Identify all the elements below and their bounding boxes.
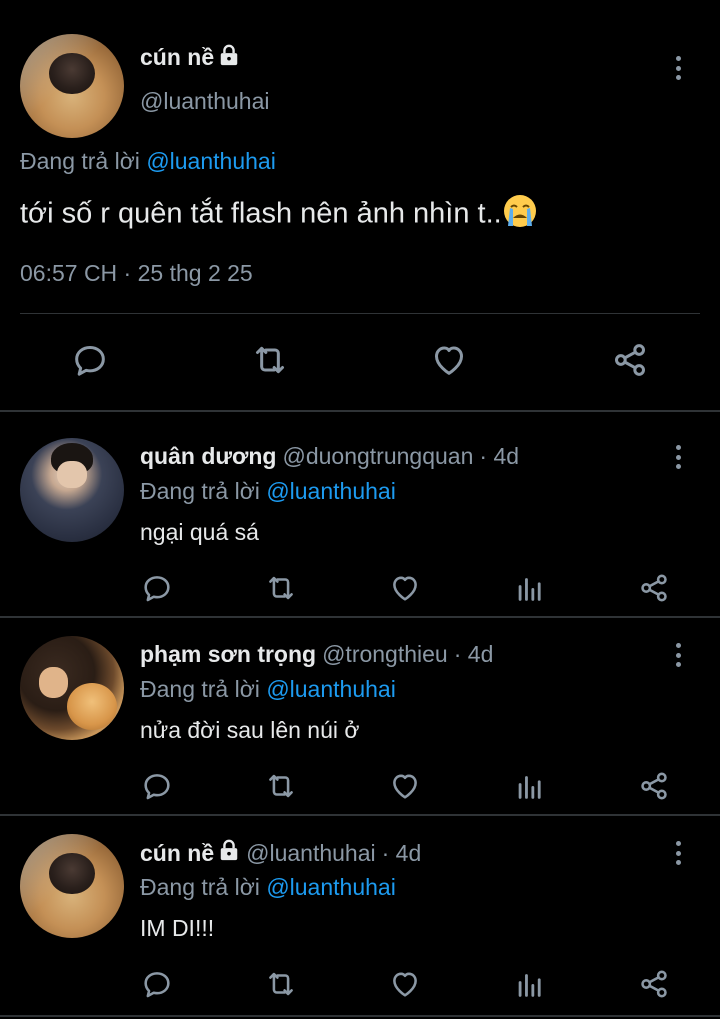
- post-age: · 4d: [479, 443, 520, 469]
- tweet-text: tới số r quên tắt flash nên ảnh nhìn t..: [20, 193, 538, 237]
- more-options-icon[interactable]: [668, 442, 688, 472]
- more-options-icon[interactable]: [668, 53, 688, 83]
- lock-icon: [218, 44, 240, 71]
- author-avatar[interactable]: [20, 34, 124, 138]
- tweet-text: nửa đời sau lên núi ở: [140, 717, 360, 743]
- reply-prefix: Đang trả lời: [140, 676, 267, 702]
- like-icon[interactable]: [388, 769, 422, 803]
- retweet-icon[interactable]: [250, 340, 290, 380]
- tweet-meta: 06:57 CH · 25 thg 2 25: [20, 260, 253, 287]
- crying-face-icon: [502, 193, 538, 237]
- author-name[interactable]: quân dương: [140, 443, 276, 470]
- like-icon[interactable]: [388, 571, 422, 605]
- reply-mention[interactable]: @luanthuhai: [266, 874, 396, 900]
- reply-tweet: phạm sơn trọng @trongthieu · 4d Đang trả…: [0, 614, 720, 814]
- reply-tweet: quân dương @duongtrungquan · 4d Đang trả…: [0, 416, 720, 616]
- author-name[interactable]: cún nề: [140, 840, 214, 867]
- reply-icon[interactable]: [140, 769, 174, 803]
- reply-mention[interactable]: @luanthuhai: [146, 148, 276, 174]
- views-icon[interactable]: [513, 769, 547, 803]
- retweet-icon[interactable]: [264, 571, 298, 605]
- tweet-text: ngại quá sá: [140, 519, 259, 545]
- author-avatar[interactable]: [20, 834, 124, 938]
- reply-icon[interactable]: [140, 967, 174, 1001]
- more-options-icon[interactable]: [668, 838, 688, 868]
- author-name[interactable]: cún nề: [140, 44, 214, 71]
- reply-icon[interactable]: [140, 571, 174, 605]
- author-name-row: quân dương @duongtrungquan · 4d: [140, 443, 519, 470]
- tweet-text-body: tới số r quên tắt flash nên ảnh nhìn t..: [20, 197, 502, 230]
- share-icon[interactable]: [637, 967, 671, 1001]
- tweet-time: 06:57 CH: [20, 260, 118, 286]
- reply-prefix: Đang trả lời: [140, 874, 267, 900]
- divider: [20, 313, 700, 314]
- author-avatar[interactable]: [20, 438, 124, 542]
- tweet-date: 25 thg 2 25: [137, 260, 253, 286]
- tweet-text: IM DI!!!: [140, 915, 215, 941]
- reply-tweet: cún nề @luanthuhai · 4d Đang trả lời @lu…: [0, 812, 720, 1019]
- replying-to: Đang trả lời @luanthuhai: [20, 148, 276, 175]
- views-icon[interactable]: [513, 571, 547, 605]
- divider: [0, 410, 720, 412]
- reply-mention[interactable]: @luanthuhai: [266, 676, 396, 702]
- lock-icon: [218, 839, 240, 867]
- author-handle[interactable]: @luanthuhai: [140, 88, 270, 115]
- author-name[interactable]: phạm sơn trọng: [140, 641, 316, 668]
- reply-prefix: Đang trả lời: [20, 148, 147, 174]
- main-tweet: cún nề @luanthuhai Đang trả lời @luanthu…: [0, 0, 720, 410]
- retweet-icon[interactable]: [264, 967, 298, 1001]
- like-icon[interactable]: [429, 340, 469, 380]
- reply-icon[interactable]: [70, 340, 110, 380]
- post-age: · 4d: [381, 839, 422, 866]
- share-icon[interactable]: [637, 769, 671, 803]
- reply-mention[interactable]: @luanthuhai: [266, 478, 396, 504]
- views-icon[interactable]: [513, 967, 547, 1001]
- author-name-row: phạm sơn trọng @trongthieu · 4d: [140, 641, 493, 668]
- replying-to: Đang trả lời @luanthuhai: [140, 676, 396, 703]
- replying-to: Đang trả lời @luanthuhai: [140, 478, 396, 505]
- author-name-row: cún nề: [140, 44, 240, 71]
- author-handle[interactable]: @luanthuhai: [246, 840, 376, 867]
- meta-separator: ·: [117, 260, 138, 286]
- divider: [0, 1015, 720, 1017]
- more-options-icon[interactable]: [668, 640, 688, 670]
- author-avatar[interactable]: [20, 636, 124, 740]
- replying-to: Đang trả lời @luanthuhai: [140, 874, 396, 901]
- author-name-row: cún nề @luanthuhai · 4d: [140, 839, 421, 867]
- reply-prefix: Đang trả lời: [140, 478, 267, 504]
- author-handle[interactable]: @duongtrungquan: [282, 443, 473, 470]
- post-age: · 4d: [453, 641, 494, 667]
- share-icon[interactable]: [610, 340, 650, 380]
- retweet-icon[interactable]: [264, 769, 298, 803]
- like-icon[interactable]: [388, 967, 422, 1001]
- author-handle[interactable]: @trongthieu: [322, 641, 448, 668]
- share-icon[interactable]: [637, 571, 671, 605]
